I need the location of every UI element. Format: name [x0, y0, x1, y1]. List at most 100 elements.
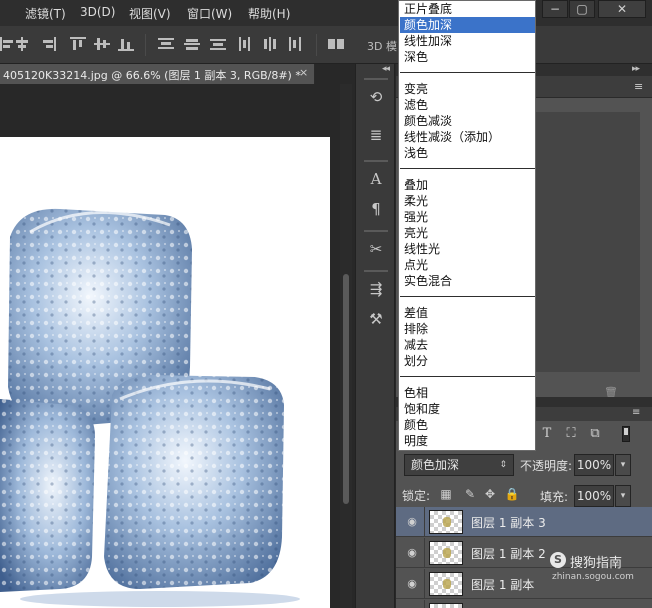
- character-icon[interactable]: A: [365, 168, 387, 190]
- filter-shape-icon[interactable]: ⛶: [562, 425, 580, 443]
- close-window-button[interactable]: ✕: [598, 0, 646, 18]
- sogou-logo-icon: S: [550, 552, 566, 568]
- minimize-button[interactable]: −: [542, 0, 568, 18]
- layer-row[interactable]: ◉ 图层 1 副本 3: [396, 507, 652, 537]
- blend-mode-option[interactable]: 差值: [400, 305, 535, 321]
- blend-mode-option[interactable]: 排除: [400, 321, 535, 337]
- layer-name[interactable]: 图层 1 副本 3: [471, 514, 546, 531]
- distribute-bottom-edges-icon[interactable]: [210, 37, 226, 51]
- history-icon[interactable]: ⟲: [365, 86, 387, 108]
- blend-mode-option[interactable]: 柔光: [400, 193, 535, 209]
- sogou-watermark: S 搜狗指南 zhinan.sogou.com: [540, 548, 650, 588]
- row-divider: [424, 569, 425, 599]
- canvas-area[interactable]: [0, 84, 353, 608]
- blend-mode-option[interactable]: 浅色: [400, 145, 535, 161]
- align-horizontal-centers-icon[interactable]: [14, 37, 30, 51]
- blend-mode-option[interactable]: 饱和度: [400, 401, 535, 417]
- scrollbar-thumb[interactable]: [343, 274, 349, 504]
- fill-field[interactable]: 100%: [574, 485, 614, 507]
- blend-mode-option[interactable]: 线性加深: [400, 33, 535, 49]
- 3d-mode-label: 3D 模: [367, 40, 397, 53]
- blend-mode-option[interactable]: 点光: [400, 257, 535, 273]
- menu-3d[interactable]: 3D(D): [80, 5, 115, 19]
- opacity-field[interactable]: 100%: [574, 454, 614, 476]
- visibility-eye-icon[interactable]: ◉: [404, 546, 420, 560]
- distribute-top-edges-icon[interactable]: [158, 37, 174, 51]
- menu-filter[interactable]: 滤镜(T): [25, 5, 66, 22]
- blend-mode-option[interactable]: 亮光: [400, 225, 535, 241]
- filter-type-icon[interactable]: T: [538, 425, 556, 443]
- panel-menu-icon[interactable]: ≡: [634, 80, 643, 93]
- blend-mode-option[interactable]: 颜色减淡: [400, 113, 535, 129]
- lock-position-icon[interactable]: ✥: [482, 486, 498, 502]
- align-top-edges-icon[interactable]: [70, 37, 86, 51]
- distribute-right-edges-icon[interactable]: [287, 37, 303, 51]
- blend-mode-option[interactable]: 划分: [400, 353, 535, 369]
- fill-dropdown-icon[interactable]: ▾: [615, 485, 631, 507]
- blend-mode-option[interactable]: 强光: [400, 209, 535, 225]
- menu-help[interactable]: 帮助(H): [248, 5, 290, 22]
- opacity-dropdown-icon[interactable]: ▾: [615, 454, 631, 476]
- filter-toggle[interactable]: [622, 426, 630, 442]
- close-document-icon[interactable]: ×: [299, 66, 308, 79]
- maximize-button[interactable]: ▢: [569, 0, 595, 18]
- lock-label: 锁定:: [402, 489, 431, 503]
- blend-mode-dropdown-list: 正片叠底 颜色加深 线性加深 深色变亮 滤色 颜色减淡 线性减淡（添加） 浅色叠加 柔光 强光 亮光…: [398, 0, 536, 451]
- strip-grip[interactable]: [364, 230, 388, 232]
- menu-window[interactable]: 窗口(W): [187, 5, 232, 22]
- blend-mode-option[interactable]: 滤色: [400, 97, 535, 113]
- blend-mode-option[interactable]: 变亮: [400, 81, 535, 97]
- row-divider: [424, 538, 425, 568]
- lock-image-pixels-icon[interactable]: ✎: [462, 486, 478, 502]
- upper-panel-content: [536, 112, 640, 372]
- distribute-left-edges-icon[interactable]: [238, 37, 254, 51]
- blend-mode-option[interactable]: 叠加: [400, 177, 535, 193]
- document-canvas[interactable]: [0, 137, 330, 608]
- layer-name[interactable]: 图层 1 副本: [471, 576, 534, 593]
- blend-mode-option[interactable]: 实色混合: [400, 273, 535, 289]
- strip-grip[interactable]: [364, 270, 388, 272]
- strip-grip[interactable]: [364, 160, 388, 162]
- auto-align-layers-icon[interactable]: [328, 37, 344, 51]
- blend-mode-select[interactable]: 颜色加深 ⇕: [404, 454, 514, 476]
- layer-row[interactable]: [396, 600, 652, 608]
- watermark-url: zhinan.sogou.com: [552, 572, 634, 582]
- brush-presets-icon[interactable]: ≣: [365, 124, 387, 146]
- blend-mode-option[interactable]: 颜色加深: [400, 17, 535, 33]
- blend-mode-option[interactable]: 颜色: [400, 417, 535, 433]
- vertical-scrollbar[interactable]: [340, 84, 352, 608]
- blend-mode-option[interactable]: 线性光: [400, 241, 535, 257]
- blend-mode-option[interactable]: 深色: [400, 49, 535, 65]
- visibility-eye-icon[interactable]: ◉: [404, 515, 420, 529]
- expand-arrows-icon[interactable]: ▸▸: [632, 64, 640, 74]
- filter-smart-object-icon[interactable]: ⧉: [586, 425, 604, 443]
- layer-name[interactable]: 图层 1 副本 2: [471, 545, 546, 562]
- distribute-vertical-centers-icon[interactable]: [184, 37, 200, 51]
- strip-grip[interactable]: [364, 78, 388, 80]
- paragraph-icon[interactable]: ¶: [365, 198, 387, 220]
- blend-mode-option[interactable]: 减去: [400, 337, 535, 353]
- distribute-horizontal-centers-icon[interactable]: [262, 37, 278, 51]
- lock-transparent-pixels-icon[interactable]: ▦: [438, 486, 454, 502]
- align-right-edges-icon[interactable]: [40, 37, 56, 51]
- tool-presets-icon[interactable]: ✂: [365, 238, 387, 260]
- panel-icon-strip: ◂◂ ⟲ ≣ A ¶ ✂ ⇶ ⚒: [355, 64, 395, 608]
- ice-cubes-image: [0, 208, 300, 607]
- layer-thumbnail: [429, 541, 463, 565]
- clone-source-icon[interactable]: ⇶: [365, 278, 387, 300]
- blend-mode-option[interactable]: 线性减淡（添加）: [400, 129, 535, 145]
- align-vertical-centers-icon[interactable]: [94, 37, 110, 51]
- layer-thumbnail: [429, 510, 463, 534]
- blend-mode-option[interactable]: 色相: [400, 385, 535, 401]
- layers-panel-menu-icon[interactable]: ≡: [632, 407, 640, 418]
- lock-all-icon[interactable]: 🔒: [504, 486, 520, 502]
- dropdown-separator: [400, 72, 535, 73]
- collapse-arrows-icon[interactable]: ◂◂: [382, 64, 390, 74]
- brush-icon[interactable]: ⚒: [365, 308, 387, 330]
- align-bottom-edges-icon[interactable]: [118, 37, 134, 51]
- blend-mode-option[interactable]: 明度: [400, 433, 535, 449]
- blend-mode-option[interactable]: 正片叠底: [400, 1, 535, 17]
- document-tab[interactable]: 405120K33214.jpg @ 66.6% (图层 1 副本 3, RGB…: [0, 64, 315, 84]
- visibility-eye-icon[interactable]: ◉: [404, 577, 420, 591]
- menu-view[interactable]: 视图(V): [129, 5, 171, 22]
